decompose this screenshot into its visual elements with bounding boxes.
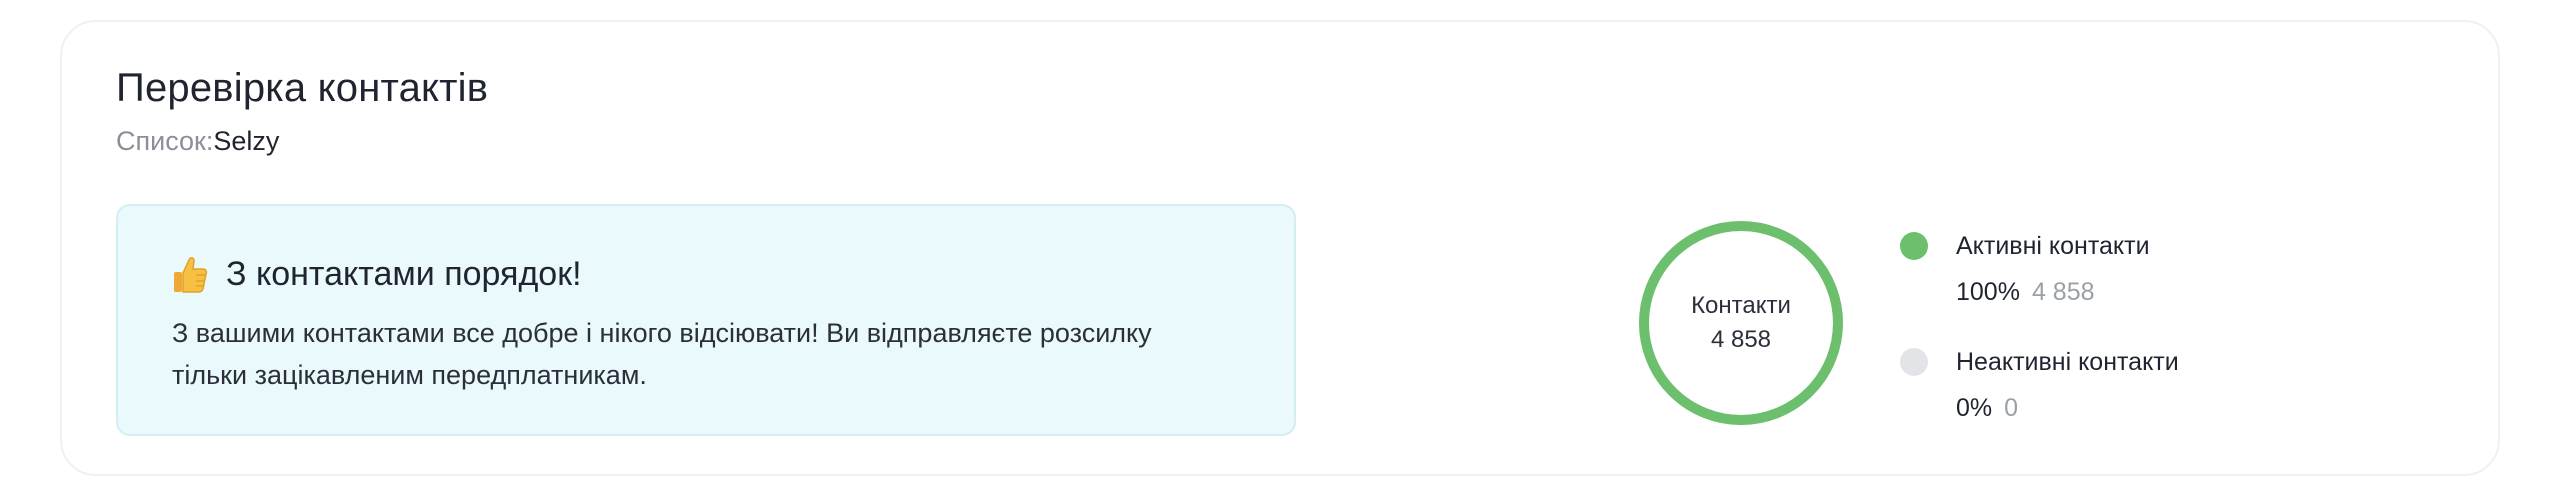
legend-name-inactive: Неактивні контакти (1956, 348, 2179, 376)
notice-title: З контактами порядок! (226, 254, 582, 293)
donut-center-label: Контакти 4 858 (1636, 218, 1846, 428)
legend-percent-active: 100% (1956, 278, 2020, 306)
donut-label-text: Контакти (1691, 292, 1791, 319)
donut-total: 4 858 (1710, 326, 1772, 353)
thumbs-up-icon (172, 254, 208, 294)
status-notice: З контактами порядок! З вашими контактам… (116, 204, 1296, 436)
contacts-check-card: Перевірка контактів Список:Selzy З конта… (60, 20, 2500, 476)
legend-stats-inactive: 0% 0 (1956, 394, 2018, 423)
legend-name-active: Активні контакти (1956, 232, 2150, 260)
notice-header: З контактами порядок! (172, 254, 582, 294)
legend-count-inactive: 0 (2004, 394, 2019, 422)
legend-count-active: 4 858 (2031, 278, 2095, 306)
legend-stats-active: 100% 4 858 (1956, 278, 2095, 307)
legend-dot-inactive (1900, 348, 1928, 376)
legend-percent-inactive: 0% (1956, 394, 1993, 422)
legend-dot-active (1900, 232, 1928, 260)
notice-text: З вашими контактами все добре і нікого в… (172, 318, 1152, 390)
list-info: Список:Selzy (116, 126, 279, 157)
list-label: Список: (116, 126, 214, 156)
contacts-donut-chart: Контакти 4 858 (1636, 218, 1846, 428)
page-title: Перевірка контактів (116, 66, 489, 110)
list-name: Selzy (213, 126, 280, 156)
